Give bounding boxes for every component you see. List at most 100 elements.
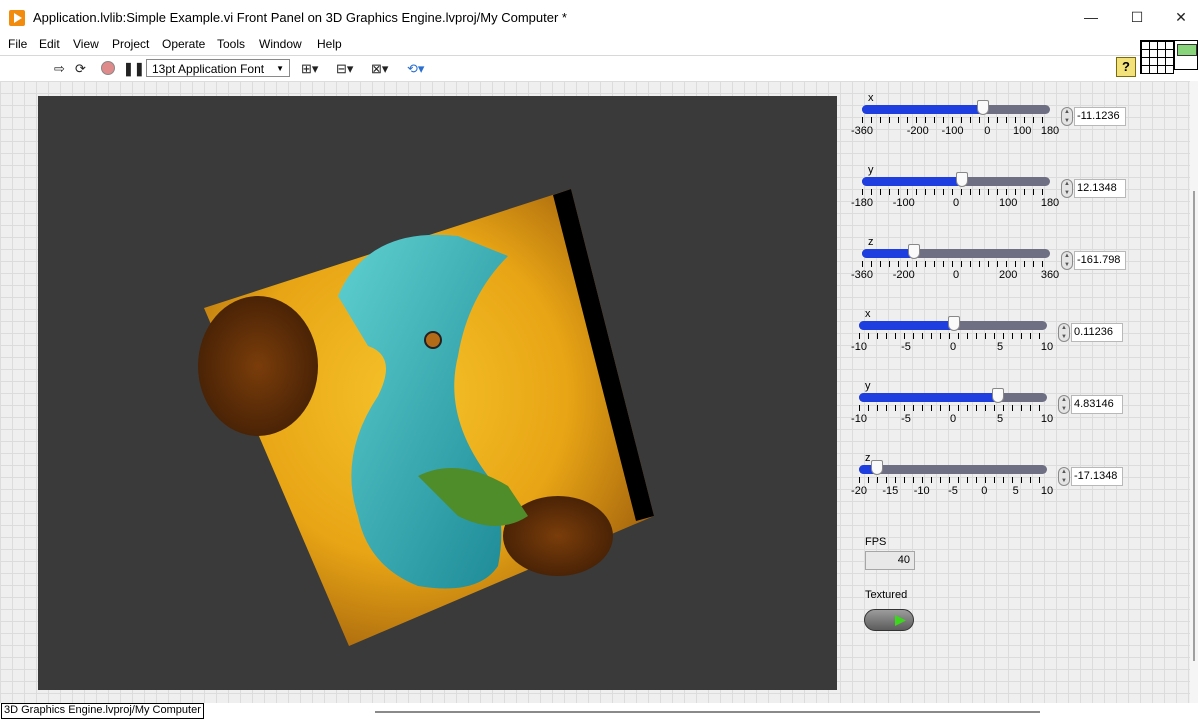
numeric-value-input[interactable]: 12.1348 bbox=[1074, 179, 1126, 198]
font-select[interactable]: 13pt Application Font ▼ bbox=[146, 59, 290, 77]
numeric-value-input[interactable]: 0.11236 bbox=[1071, 323, 1123, 342]
slider-tick-label: 10 bbox=[1040, 485, 1054, 497]
slider-thumb[interactable] bbox=[976, 100, 989, 115]
resize-objects-icon[interactable]: ⊠▾ bbox=[371, 61, 388, 76]
slider-thumb[interactable] bbox=[870, 460, 883, 475]
menu-operate[interactable]: Operate bbox=[162, 37, 205, 51]
numeric-value-input[interactable]: -161.798 bbox=[1074, 251, 1126, 270]
slider-tick-label: -100 bbox=[941, 125, 964, 137]
slider-tick-label: -20 bbox=[851, 485, 867, 497]
increment-decrement-icon[interactable]: ▲ ▼ bbox=[1058, 395, 1070, 414]
slider-fill bbox=[862, 177, 963, 186]
increment-decrement-icon[interactable]: ▲ ▼ bbox=[1061, 251, 1073, 270]
slider-fill bbox=[859, 321, 955, 330]
menu-project[interactable]: Project bbox=[112, 37, 149, 51]
slider-track[interactable] bbox=[859, 388, 1047, 403]
slider-tick-label: -360 bbox=[850, 125, 874, 137]
slider-tick-label: 0 bbox=[952, 197, 960, 209]
slider-tick-label: 0 bbox=[952, 269, 960, 281]
vi-icon[interactable] bbox=[1174, 40, 1198, 70]
slider-tick-label: 5 bbox=[1012, 485, 1019, 497]
minimize-button[interactable]: — bbox=[1076, 6, 1106, 28]
run-continuously-icon[interactable]: ⟳ bbox=[75, 61, 86, 76]
slider-fill bbox=[862, 249, 914, 258]
slider-tick-label: 5 bbox=[996, 413, 1004, 425]
maximize-button[interactable]: ☐ bbox=[1122, 6, 1152, 28]
menu-tools[interactable]: Tools bbox=[217, 37, 245, 51]
slider-tick-label: 0 bbox=[949, 341, 957, 353]
sunflower-center-left bbox=[198, 296, 318, 436]
menu-edit[interactable]: Edit bbox=[39, 37, 60, 51]
slider-ticks bbox=[859, 477, 1047, 483]
slider-track[interactable] bbox=[862, 172, 1050, 187]
menu-file[interactable]: File bbox=[8, 37, 27, 51]
slider-tick-label: -15 bbox=[882, 485, 899, 497]
slider-thumb[interactable] bbox=[907, 244, 920, 259]
numeric-control: ▲ ▼ -11.1236 bbox=[1061, 107, 1127, 126]
slider-tick-label: -360 bbox=[850, 269, 874, 281]
horizontal-scrollbar[interactable] bbox=[375, 711, 1040, 713]
slider-tick-label: 360 bbox=[1040, 269, 1060, 281]
numeric-value-input[interactable]: -17.1348 bbox=[1071, 467, 1123, 486]
connector-pane-icon[interactable] bbox=[1140, 40, 1174, 74]
slider-tick-label: 100 bbox=[999, 197, 1018, 209]
slider-tick-label: 200 bbox=[999, 269, 1018, 281]
slider-tick-label: -200 bbox=[892, 269, 915, 281]
menu-help[interactable]: Help bbox=[317, 37, 342, 51]
reorder-icon[interactable]: ⟲▾ bbox=[407, 61, 424, 76]
slider-ticks bbox=[859, 333, 1047, 339]
pause-icon[interactable]: ❚❚ bbox=[123, 61, 145, 76]
window-title: Application.lvlib:Simple Example.vi Fron… bbox=[33, 10, 567, 25]
menu-window[interactable]: Window bbox=[259, 37, 302, 51]
slider-track[interactable] bbox=[859, 316, 1047, 331]
slider-track[interactable] bbox=[859, 460, 1047, 475]
numeric-control: ▲ ▼ -17.1348 bbox=[1058, 467, 1124, 486]
labview-app-icon bbox=[9, 10, 25, 26]
slider-tick-label: -5 bbox=[901, 341, 911, 353]
menu-bar: File Edit View Project Operate Tools Win… bbox=[0, 35, 1140, 55]
slider-thumb[interactable] bbox=[956, 172, 969, 187]
slider-tick-label: 100 bbox=[1012, 125, 1032, 137]
slider-tick-label: 180 bbox=[1040, 197, 1060, 209]
numeric-value-input[interactable]: -11.1236 bbox=[1074, 107, 1126, 126]
slider-tick-label: -200 bbox=[906, 125, 929, 137]
textured-label: Textured bbox=[865, 589, 908, 601]
toggle-led-icon bbox=[895, 615, 906, 626]
slider-thumb[interactable] bbox=[992, 388, 1005, 403]
slider-track[interactable] bbox=[862, 100, 1050, 115]
increment-decrement-icon[interactable]: ▲ ▼ bbox=[1061, 179, 1073, 198]
context-help-icon[interactable]: ? bbox=[1116, 57, 1136, 77]
iguana-eye bbox=[424, 331, 442, 349]
menu-view[interactable]: View bbox=[73, 37, 99, 51]
close-button[interactable]: ✕ bbox=[1166, 6, 1196, 28]
increment-decrement-icon[interactable]: ▲ ▼ bbox=[1058, 323, 1070, 342]
align-objects-icon[interactable]: ⊞▾ bbox=[301, 61, 318, 76]
vertical-scrollbar[interactable] bbox=[1190, 81, 1198, 703]
numeric-control: ▲ ▼ 4.83146 bbox=[1058, 395, 1124, 414]
slider-tick-label: 5 bbox=[996, 341, 1004, 353]
chevron-down-icon: ▼ bbox=[276, 64, 284, 73]
slider-track[interactable] bbox=[862, 244, 1050, 259]
increment-decrement-icon[interactable]: ▲ ▼ bbox=[1061, 107, 1073, 126]
slider-ticks bbox=[859, 405, 1047, 411]
textured-toggle[interactable] bbox=[864, 609, 914, 631]
fps-indicator: 40 bbox=[865, 551, 915, 570]
slider-tick-label: 0 bbox=[984, 125, 991, 137]
slider-thumb[interactable] bbox=[948, 316, 961, 331]
textured-quad bbox=[198, 189, 654, 646]
distribute-objects-icon[interactable]: ⊟▾ bbox=[336, 61, 353, 76]
slider-tick-label: 10 bbox=[1040, 413, 1054, 425]
slider-fill bbox=[862, 105, 983, 114]
numeric-value-input[interactable]: 4.83146 bbox=[1071, 395, 1123, 414]
increment-decrement-icon[interactable]: ▲ ▼ bbox=[1058, 467, 1070, 486]
slider-tick-label: 0 bbox=[981, 485, 988, 497]
abort-icon[interactable] bbox=[101, 61, 115, 75]
run-icon[interactable]: ⇨ bbox=[54, 61, 65, 76]
slider-tick-label: -5 bbox=[948, 485, 958, 497]
slider-tick-label: -100 bbox=[892, 197, 915, 209]
slider-tick-label: -5 bbox=[901, 413, 911, 425]
slider-ticks bbox=[862, 117, 1050, 123]
3d-picture-viewport[interactable] bbox=[38, 96, 837, 690]
slider-ticks bbox=[862, 261, 1050, 267]
fps-label: FPS bbox=[865, 536, 887, 548]
